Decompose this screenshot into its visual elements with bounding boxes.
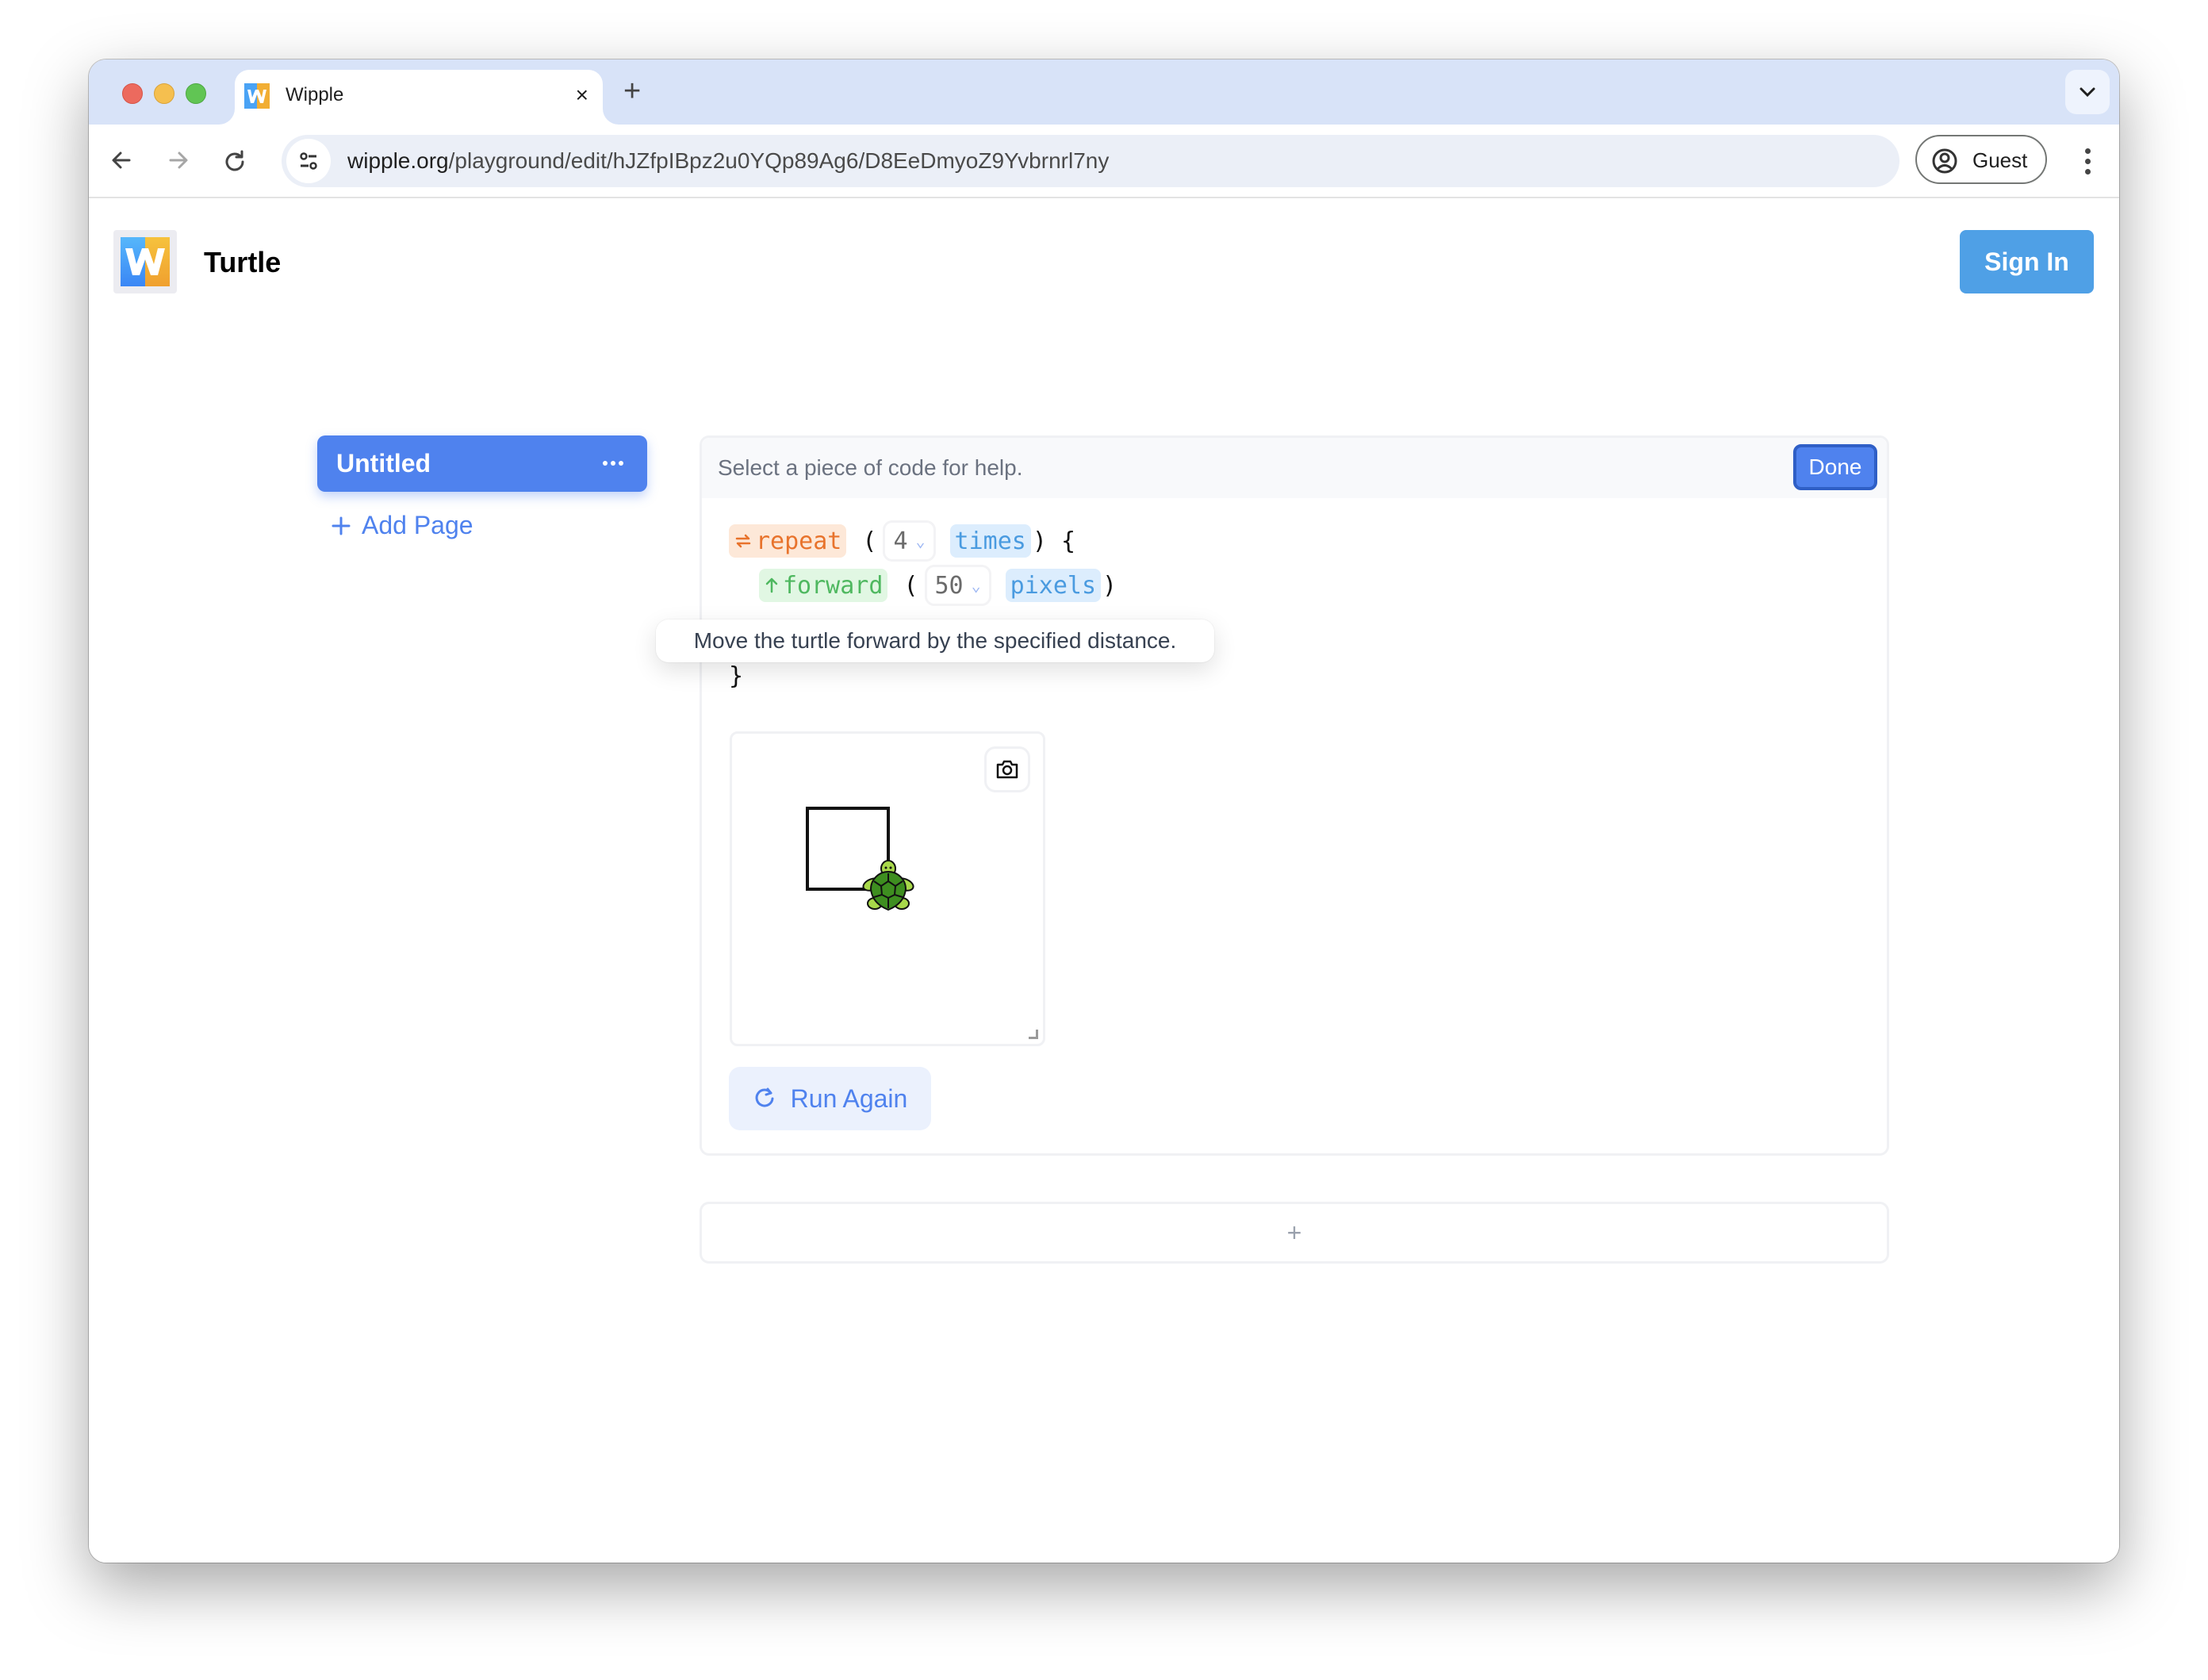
run-again-label: Run Again [790,1084,908,1113]
repeat-icon [735,534,751,548]
turtle-canvas[interactable] [730,731,1045,1046]
url-text[interactable]: wipple.org/playground/edit/hJZfpIBpz2u0Y… [347,148,1109,174]
url-host: wipple.org [347,148,449,173]
repeat-count-dropdown[interactable]: 4 ⌄ [883,520,936,562]
help-text: Select a piece of code for help. [718,455,1023,480]
add-page-label: Add Page [362,511,473,539]
minimize-window-button[interactable] [154,83,174,104]
chevron-down-icon: ⌄ [971,576,981,595]
done-button[interactable]: Done [1793,444,1877,490]
code-line-forward: forward ( 50 ⌄ pixels ) [759,565,1123,606]
reload-icon [225,150,244,171]
sidebar-page-untitled[interactable]: Untitled [317,435,647,492]
tab-bar: Wipple × + [89,59,2119,125]
add-block-button[interactable]: + [700,1202,1889,1264]
add-page-button[interactable]: Add Page [332,511,473,540]
forward-distance-value: 50 [934,571,964,600]
profile-button[interactable]: Guest [1915,135,2047,184]
times-token[interactable]: times [949,524,1031,558]
run-again-button[interactable]: Run Again [729,1067,931,1130]
help-tooltip: Move the turtle forward by the specified… [656,619,1214,662]
page-item-label: Untitled [336,449,431,478]
more-options-icon[interactable] [603,461,623,466]
maximize-window-button[interactable] [186,83,206,104]
forward-arrow-icon [169,152,188,169]
back-arrow-icon [112,152,131,169]
repeat-count-value: 4 [893,527,908,555]
close-paren-brace: ) { [1032,527,1076,555]
app-content: Turtle Sign In Untitled Add Page Select … [89,198,2119,1563]
plus-icon: + [1286,1218,1302,1247]
chevron-down-icon: ⌄ [915,531,926,550]
plus-icon [332,516,351,535]
url-path: /playground/edit/hJZfpIBpz2u0YQp89Ag6/D8… [448,148,1110,173]
tab-title: Wipple [286,84,344,105]
close-paren: ) [1102,571,1117,600]
new-tab-button[interactable]: + [623,75,641,107]
open-paren: ( [862,527,877,555]
browser-toolbar: wipple.org/playground/edit/hJZfpIBpz2u0Y… [89,125,2119,198]
back-button[interactable] [103,142,140,178]
arrow-up-icon [765,577,778,593]
tab-close-icon[interactable]: × [576,81,588,109]
wipple-logo-icon [121,237,170,286]
wipple-favicon-icon [244,83,270,109]
resize-handle[interactable] [1029,1030,1038,1039]
forward-button[interactable] [160,142,197,178]
browser-window: Wipple × + wipple.org/playground/edit/hJ… [89,59,2119,1563]
tab-search-button[interactable] [2065,70,2110,114]
address-bar[interactable]: wipple.org/playground/edit/hJZfpIBpz2u0Y… [282,135,1899,187]
person-circle-icon [1932,148,1957,174]
reload-button[interactable] [217,142,253,178]
code-editor-card: Select a piece of code for help. Done re… [656,435,1889,1156]
repeat-keyword: repeat [756,527,842,555]
site-info-button[interactable] [286,139,331,183]
turtle-icon [862,860,914,911]
close-brace: } [729,662,744,690]
help-bar: Select a piece of code for help. Done [702,438,1887,498]
refresh-icon [755,1087,774,1107]
close-window-button[interactable] [122,83,143,104]
forward-distance-dropdown[interactable]: 50 ⌄ [924,565,991,606]
browser-tab[interactable]: Wipple × [235,70,603,125]
code-line-close: } [729,658,743,694]
pixels-token[interactable]: pixels [1005,569,1102,602]
open-paren: ( [903,571,918,600]
forward-token[interactable]: forward [759,569,888,602]
profile-label: Guest [1972,148,2028,172]
chevron-down-icon [2080,87,2095,98]
turtle-drawing [806,807,914,911]
sign-in-button[interactable]: Sign In [1960,230,2094,293]
app-logo[interactable] [113,230,177,293]
forward-keyword: forward [783,571,884,600]
repeat-token[interactable]: repeat [729,524,847,558]
page-title: Turtle [204,246,282,278]
site-info-icon [300,152,317,170]
kebab-menu-icon[interactable] [2072,140,2103,182]
code-line-repeat: repeat ( 4 ⌄ times ) { [729,520,1082,562]
